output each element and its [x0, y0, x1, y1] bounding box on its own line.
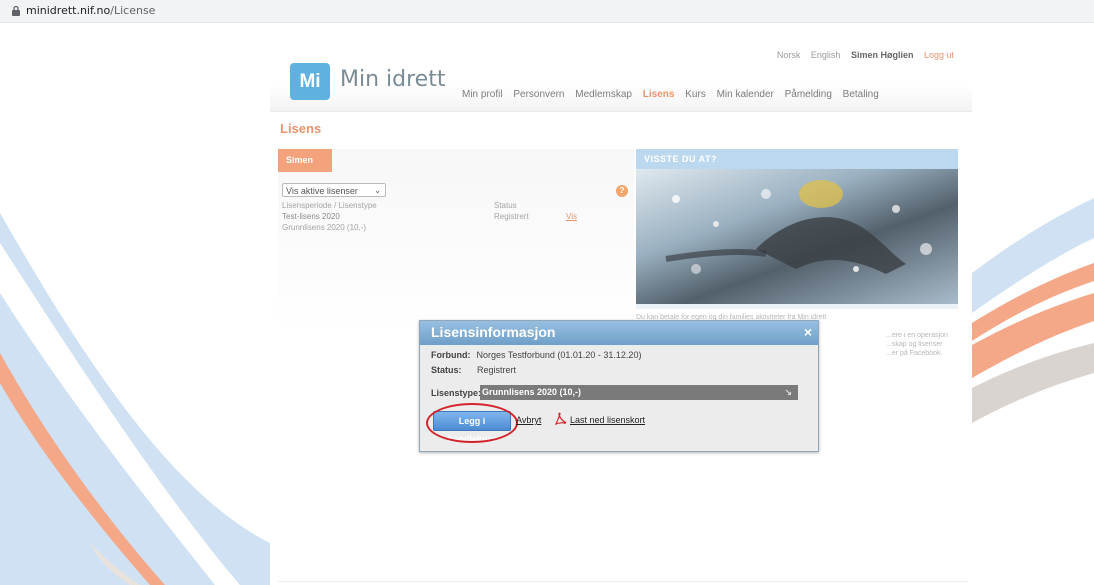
nav-divider	[270, 111, 972, 112]
lang-norsk-link[interactable]: Norsk	[777, 50, 801, 60]
close-icon[interactable]: ×	[802, 325, 814, 339]
nav-item-medlemskap[interactable]: Medlemskap	[575, 89, 632, 100]
footer-divider	[278, 581, 968, 582]
status-value: Registrert	[477, 365, 517, 375]
page-title: Lisens	[280, 121, 322, 136]
pdf-icon[interactable]	[553, 412, 567, 426]
filter-value: Vis aktive lisenser	[286, 186, 358, 196]
dialog-header[interactable]: Lisensinformasjon ×	[420, 321, 818, 345]
lang-english-link[interactable]: English	[811, 50, 841, 60]
license-panel: Simen Vis aktive lisenser ⌄ ? Lisensperi…	[278, 149, 634, 335]
license-type-label: Lisenstype:	[431, 388, 482, 398]
swimmer-image-icon	[665, 180, 932, 274]
license-type-select[interactable]: Grunnlisens 2020 (10,-) ↘	[480, 385, 798, 400]
did-you-know-extra: ...ere i en operasjon ...skap og lisense…	[886, 331, 966, 358]
license-row-view-link[interactable]: Vis	[566, 212, 577, 221]
license-type-value: Grunnlisens 2020 (10,-)	[482, 387, 582, 397]
chevron-down-icon: ⌄	[374, 186, 381, 195]
license-info-dialog: Lisensinformasjon × Forbund: Norges Testf…	[419, 320, 819, 452]
lock-icon	[12, 5, 20, 16]
nav-item-min-profil[interactable]: Min profil	[462, 89, 503, 100]
logout-link[interactable]: Logg ut	[924, 50, 954, 60]
did-you-know-title: VISSTE DU AT?	[636, 149, 958, 169]
nav-item-lisens[interactable]: Lisens	[643, 89, 675, 100]
url-text[interactable]: minidrett.nif.no/License	[26, 4, 155, 17]
column-header-status: Status	[494, 201, 517, 210]
status-label: Status:	[431, 365, 462, 375]
red-circle-annotation	[426, 403, 518, 443]
license-type-row: Lisenstype:	[431, 388, 481, 398]
site-header: Norsk English Simen Høglien Logg ut Mi M…	[270, 23, 972, 111]
chevron-down-icon: ↘	[784, 387, 792, 397]
column-header-period: Lisensperiode / Lisenstype	[282, 201, 377, 210]
decorative-swoosh-left	[0, 213, 270, 585]
status-row: Status: Registrert	[431, 365, 516, 375]
site-logo[interactable]: Mi	[290, 63, 330, 100]
nav-item-betaling[interactable]: Betaling	[843, 89, 879, 100]
cancel-link[interactable]: Avbryt	[516, 415, 541, 425]
athlete-photo	[636, 169, 958, 304]
decorative-swoosh-right	[972, 198, 1094, 423]
forbund-row: Forbund: Norges Testforbund (01.01.20 - 3…	[431, 350, 641, 360]
license-row-name: Grunnlisens 2020 (10,-)	[282, 223, 367, 232]
license-row-name: Test-lisens 2020	[282, 212, 340, 221]
page-content: Norsk English Simen Høglien Logg ut Mi M…	[270, 23, 972, 585]
nav-item-min-kalender[interactable]: Min kalender	[717, 89, 774, 100]
dialog-title: Lisensinformasjon	[431, 324, 556, 340]
brand-name: Min idrett	[340, 67, 446, 92]
help-icon[interactable]: ?	[616, 185, 628, 197]
did-you-know-panel: VISSTE DU AT?	[636, 149, 958, 309]
download-license-card-link[interactable]: Last ned lisenskort	[570, 415, 645, 425]
forbund-label: Forbund:	[431, 350, 471, 360]
url-path: /License	[110, 4, 156, 17]
forbund-value: Norges Testforbund (01.01.20 - 31.12.20)	[476, 350, 642, 360]
did-you-know-line-3: ...skap og lisenser	[886, 341, 943, 348]
nav-item-personvern[interactable]: Personvern	[513, 89, 564, 100]
tab-simen[interactable]: Simen	[278, 149, 332, 172]
top-links: Norsk English Simen Høglien Logg ut	[769, 50, 954, 60]
nav-item-pamelding[interactable]: Påmelding	[785, 89, 832, 100]
did-you-know-line-4: ...er på Facebook.	[886, 350, 943, 357]
url-host: minidrett.nif.no	[26, 4, 111, 17]
browser-address-bar[interactable]: minidrett.nif.no/License	[0, 0, 1094, 23]
nav-item-kurs[interactable]: Kurs	[685, 89, 706, 100]
did-you-know-line-2: ...ere i en operasjon	[886, 332, 948, 339]
user-name[interactable]: Simen Høglien	[851, 50, 914, 60]
main-nav: Min profil Personvern Medlemskap Lisens …	[462, 89, 887, 100]
license-row-status: Registrert	[494, 212, 529, 221]
license-filter-select[interactable]: Vis aktive lisenser ⌄	[282, 183, 386, 197]
